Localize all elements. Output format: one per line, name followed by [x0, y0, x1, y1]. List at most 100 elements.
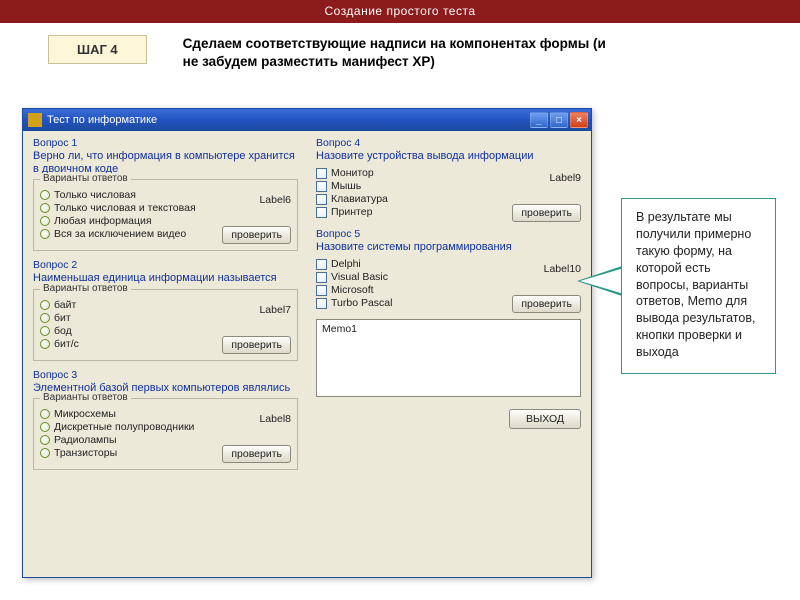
slide-banner: Создание простого теста — [0, 0, 800, 23]
radio-option[interactable]: бод — [40, 325, 216, 337]
check-option[interactable]: Монитор — [316, 167, 506, 179]
result-label: Label7 — [259, 304, 291, 316]
radio-icon — [40, 313, 50, 323]
radio-option[interactable]: Любая информация — [40, 215, 216, 227]
option-label: бод — [54, 325, 72, 337]
option-label: бит — [54, 312, 71, 324]
radio-icon — [40, 435, 50, 445]
maximize-button[interactable]: □ — [550, 112, 568, 128]
option-label: Микросхемы — [54, 408, 116, 420]
radio-option[interactable]: Микросхемы — [40, 408, 216, 420]
option-label: байт — [54, 299, 76, 311]
radio-option[interactable]: Транзисторы — [40, 447, 216, 459]
radio-option[interactable]: Дискретные полупроводники — [40, 421, 216, 433]
groupbox-legend: Варианты ответов — [40, 392, 131, 403]
checkbox-icon — [316, 207, 327, 218]
callout-box: В результате мы получили примерно такую … — [621, 198, 776, 374]
option-label: Любая информация — [54, 215, 152, 227]
groupbox-legend: Варианты ответов — [40, 283, 131, 294]
question-number: Вопрос 3 — [33, 369, 298, 381]
question-3: Вопрос 3 Элементной базой первых компьют… — [33, 369, 298, 472]
titlebar[interactable]: Тест по информатике _ □ × — [23, 109, 591, 131]
radio-icon — [40, 203, 50, 213]
option-label: Транзисторы — [54, 447, 117, 459]
checkbox-icon — [316, 272, 327, 283]
radio-option[interactable]: Радиолампы — [40, 434, 216, 446]
check-button[interactable]: проверить — [512, 295, 581, 313]
option-label: Visual Basic — [331, 271, 388, 283]
app-window: Тест по информатике _ □ × Вопрос 1 Верно… — [22, 108, 592, 578]
option-label: Turbo Pascal — [331, 297, 392, 309]
option-label: Монитор — [331, 167, 374, 179]
question-2: Вопрос 2 Наименьшая единица информации н… — [33, 259, 298, 362]
option-label: Delphi — [331, 258, 361, 270]
answers-groupbox: Варианты ответов байт бит бод бит/с Labe… — [33, 289, 298, 361]
question-number: Вопрос 1 — [33, 137, 298, 149]
checkbox-icon — [316, 168, 327, 179]
radio-icon — [40, 339, 50, 349]
check-option[interactable]: Visual Basic — [316, 271, 506, 283]
question-number: Вопрос 2 — [33, 259, 298, 271]
header-row: ШАГ 4 Сделаем соответствующие надписи на… — [0, 23, 800, 79]
groupbox-legend: Варианты ответов — [40, 173, 131, 184]
question-4: Вопрос 4 Назовите устройства вывода инфо… — [316, 137, 581, 222]
radio-option[interactable]: Вся за исключением видео — [40, 228, 216, 240]
step-badge: ШАГ 4 — [48, 35, 147, 64]
question-number: Вопрос 4 — [316, 137, 581, 149]
check-option[interactable]: Microsoft — [316, 284, 506, 296]
close-button[interactable]: × — [570, 112, 588, 128]
option-label: Дискретные полупроводники — [54, 421, 194, 433]
instruction-text: Сделаем соответствующие надписи на компо… — [183, 35, 613, 71]
check-option[interactable]: Turbo Pascal — [316, 297, 506, 309]
check-button[interactable]: проверить — [222, 336, 291, 354]
option-label: Мышь — [331, 180, 361, 192]
window-title: Тест по информатике — [47, 114, 528, 126]
answers-groupbox: Варианты ответов Микросхемы Дискретные п… — [33, 398, 298, 470]
result-label: Label10 — [544, 263, 581, 275]
option-label: Вся за исключением видео — [54, 228, 186, 240]
radio-option[interactable]: Только числовая и текстовая — [40, 202, 216, 214]
radio-icon — [40, 409, 50, 419]
radio-icon — [40, 229, 50, 239]
radio-icon — [40, 216, 50, 226]
radio-icon — [40, 448, 50, 458]
question-text: Назовите системы программирования — [316, 241, 581, 254]
exit-button[interactable]: ВЫХОД — [509, 409, 581, 429]
radio-icon — [40, 422, 50, 432]
option-label: Принтер — [331, 206, 372, 218]
radio-option[interactable]: байт — [40, 299, 216, 311]
checkbox-icon — [316, 181, 327, 192]
question-1: Вопрос 1 Верно ли, что информация в комп… — [33, 137, 298, 253]
minimize-button[interactable]: _ — [530, 112, 548, 128]
radio-option[interactable]: Только числовая — [40, 189, 216, 201]
radio-icon — [40, 326, 50, 336]
memo-output[interactable]: Memo1 — [316, 319, 581, 397]
option-label: Клавиатура — [331, 193, 388, 205]
check-button[interactable]: проверить — [512, 204, 581, 222]
radio-option[interactable]: бит/с — [40, 338, 216, 350]
app-icon — [28, 113, 42, 127]
answers-groupbox: Варианты ответов Только числовая Только … — [33, 179, 298, 251]
checkbox-icon — [316, 259, 327, 270]
question-number: Вопрос 5 — [316, 228, 581, 240]
callout-pointer-icon — [577, 265, 625, 297]
check-option[interactable]: Клавиатура — [316, 193, 506, 205]
radio-icon — [40, 300, 50, 310]
client-area: Вопрос 1 Верно ли, что информация в комп… — [23, 131, 591, 577]
option-label: Только числовая и текстовая — [54, 202, 196, 214]
radio-option[interactable]: бит — [40, 312, 216, 324]
check-option[interactable]: Принтер — [316, 206, 506, 218]
left-column: Вопрос 1 Верно ли, что информация в комп… — [33, 137, 298, 571]
result-label: Label9 — [549, 172, 581, 184]
question-5: Вопрос 5 Назовите системы программирован… — [316, 228, 581, 313]
checkbox-icon — [316, 298, 327, 309]
right-column: Вопрос 4 Назовите устройства вывода инфо… — [316, 137, 581, 571]
check-button[interactable]: проверить — [222, 226, 291, 244]
radio-icon — [40, 190, 50, 200]
check-button[interactable]: проверить — [222, 445, 291, 463]
option-label: Радиолампы — [54, 434, 117, 446]
check-option[interactable]: Мышь — [316, 180, 506, 192]
check-option[interactable]: Delphi — [316, 258, 506, 270]
checkbox-icon — [316, 194, 327, 205]
option-label: бит/с — [54, 338, 79, 350]
